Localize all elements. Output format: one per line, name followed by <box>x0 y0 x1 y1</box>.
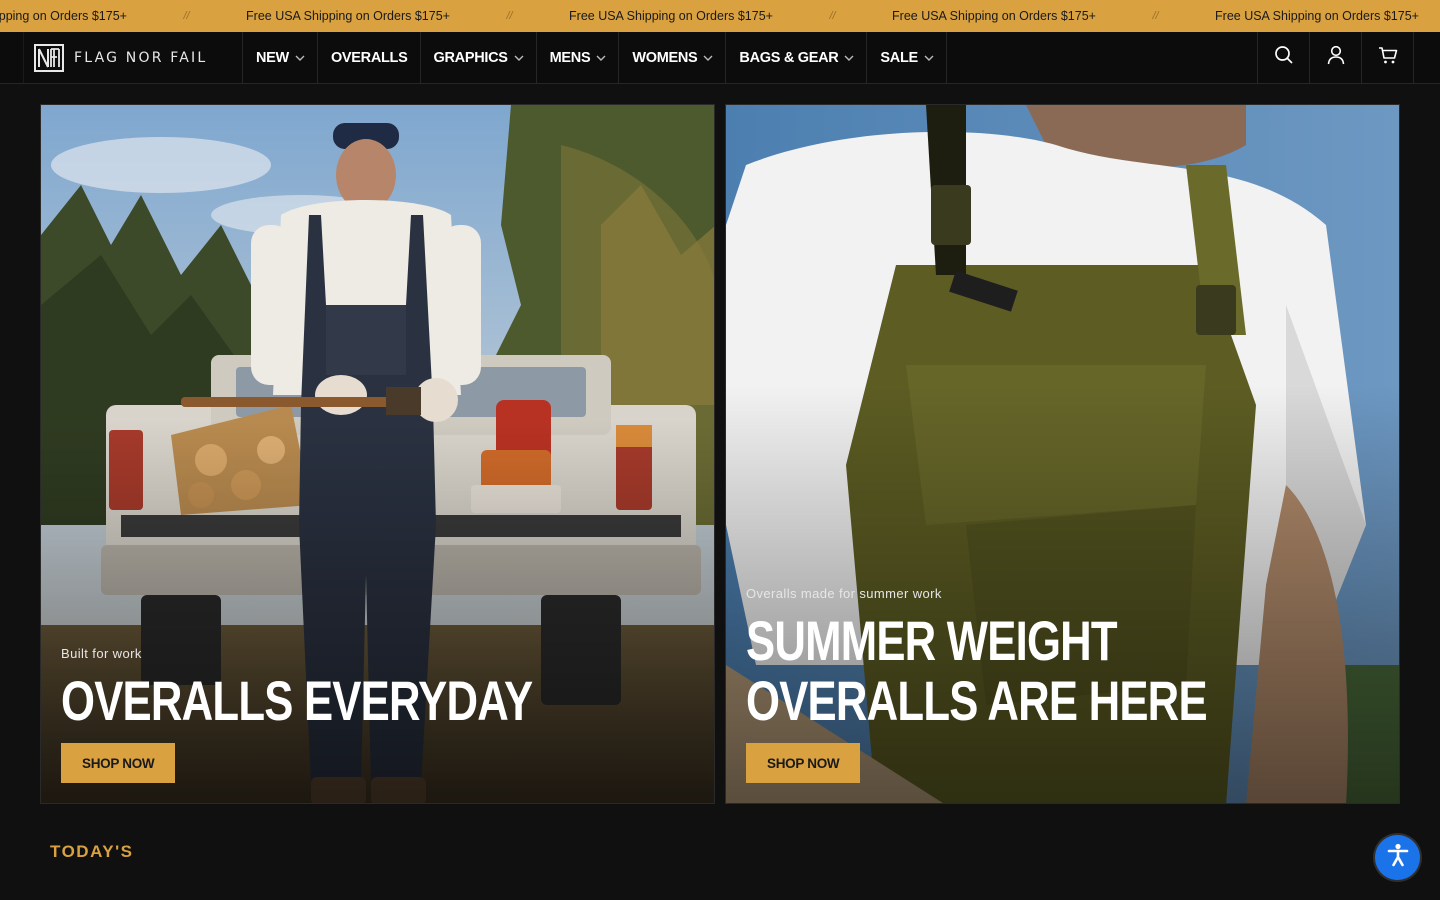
nav-item-label: BAGS & GEAR <box>739 49 839 66</box>
nav-item-label: GRAPHICS <box>433 49 508 66</box>
announcement-item: Free USA Shipping on Orders $175+ // <box>536 9 859 23</box>
announcement-text: Free USA Shipping on Orders $175+ <box>246 9 450 23</box>
chevron-down-icon <box>295 55 305 61</box>
hero-card-summer-weight[interactable]: Overalls made for summer work SUMMER WEI… <box>725 104 1400 804</box>
chevron-down-icon <box>596 55 606 61</box>
shop-now-button[interactable]: SHOP NOW <box>746 743 861 783</box>
announcement-text: Free USA Shipping on Orders $175+ <box>0 9 127 23</box>
nav-item-label: MENS <box>549 49 591 66</box>
chevron-down-icon <box>514 55 524 61</box>
announcement-separator: // <box>829 10 836 22</box>
announcement-item: Free USA Shipping on Orders $175+ // <box>1182 9 1440 23</box>
nav-item-label: SALE <box>880 49 918 66</box>
accessibility-icon <box>1385 842 1411 873</box>
hero-card-overalls-everyday[interactable]: Built for work OVERALLS EVERYDAY SHOP NO… <box>40 104 715 804</box>
announcement-item: Free USA Shipping on Orders $175+ // <box>213 9 536 23</box>
announcement-separator: // <box>506 10 513 22</box>
nav-item-label: OVERALLS <box>330 49 408 66</box>
account-button[interactable] <box>1309 32 1361 83</box>
hero-eyebrow: Built for work <box>61 646 142 661</box>
nav-item-graphics[interactable]: GRAPHICS <box>421 32 537 83</box>
chevron-down-icon <box>844 55 854 61</box>
cart-button[interactable] <box>1361 32 1414 83</box>
announcement-separator: // <box>1152 10 1159 22</box>
search-button[interactable] <box>1257 32 1309 83</box>
header-actions <box>1257 32 1440 83</box>
nav-item-bags-gear[interactable]: BAGS & GEAR <box>726 32 868 83</box>
nav-item-label: WOMENS <box>632 49 698 66</box>
announcement-text: Free USA Shipping on Orders $175+ <box>569 9 773 23</box>
search-icon <box>1274 45 1294 70</box>
announcement-bar: Free USA Shipping on Orders $175+ // Fre… <box>0 0 1440 32</box>
site-header: FLAG NOR FAIL NEW OVERALLS GRAPHICS MENS… <box>0 32 1440 84</box>
main-nav: NEW OVERALLS GRAPHICS MENS WOMENS BAGS &… <box>243 32 947 83</box>
brand-logo-link[interactable]: FLAG NOR FAIL <box>23 32 243 83</box>
nav-item-overalls[interactable]: OVERALLS <box>318 32 421 83</box>
hero-headline: SUMMER WEIGHT OVERALLS ARE HERE <box>746 609 1208 732</box>
brand-name: FLAG NOR FAIL <box>74 49 208 66</box>
shop-now-button[interactable]: SHOP NOW <box>61 743 176 783</box>
nav-item-new[interactable]: NEW <box>243 32 318 83</box>
cart-icon <box>1378 45 1398 70</box>
nav-item-mens[interactable]: MENS <box>537 32 620 83</box>
brand-logo-icon <box>34 43 66 73</box>
nav-item-womens[interactable]: WOMENS <box>619 32 727 83</box>
hero-content: Overalls made for summer work SUMMER WEI… <box>746 586 1379 783</box>
announcement-text: Free USA Shipping on Orders $175+ <box>892 9 1096 23</box>
chevron-down-icon <box>924 55 934 61</box>
announcement-item: Free USA Shipping on Orders $175+ // <box>0 9 213 23</box>
accessibility-button[interactable] <box>1375 835 1420 880</box>
section-title: TODAY'S <box>50 842 134 861</box>
nav-item-label: NEW <box>256 49 289 66</box>
chevron-down-icon <box>703 55 713 61</box>
announcement-separator: // <box>183 10 190 22</box>
announcement-item: Free USA Shipping on Orders $175+ // <box>859 9 1182 23</box>
nav-item-sale[interactable]: SALE <box>867 32 947 83</box>
hero-headline: OVERALLS EVERYDAY <box>61 669 533 732</box>
announcement-track: Free USA Shipping on Orders $175+ // Fre… <box>0 0 1440 32</box>
account-icon <box>1327 45 1345 70</box>
hero-content: Built for work OVERALLS EVERYDAY SHOP NO… <box>61 646 694 783</box>
announcement-text: Free USA Shipping on Orders $175+ <box>1215 9 1419 23</box>
hero-eyebrow: Overalls made for summer work <box>746 586 942 601</box>
